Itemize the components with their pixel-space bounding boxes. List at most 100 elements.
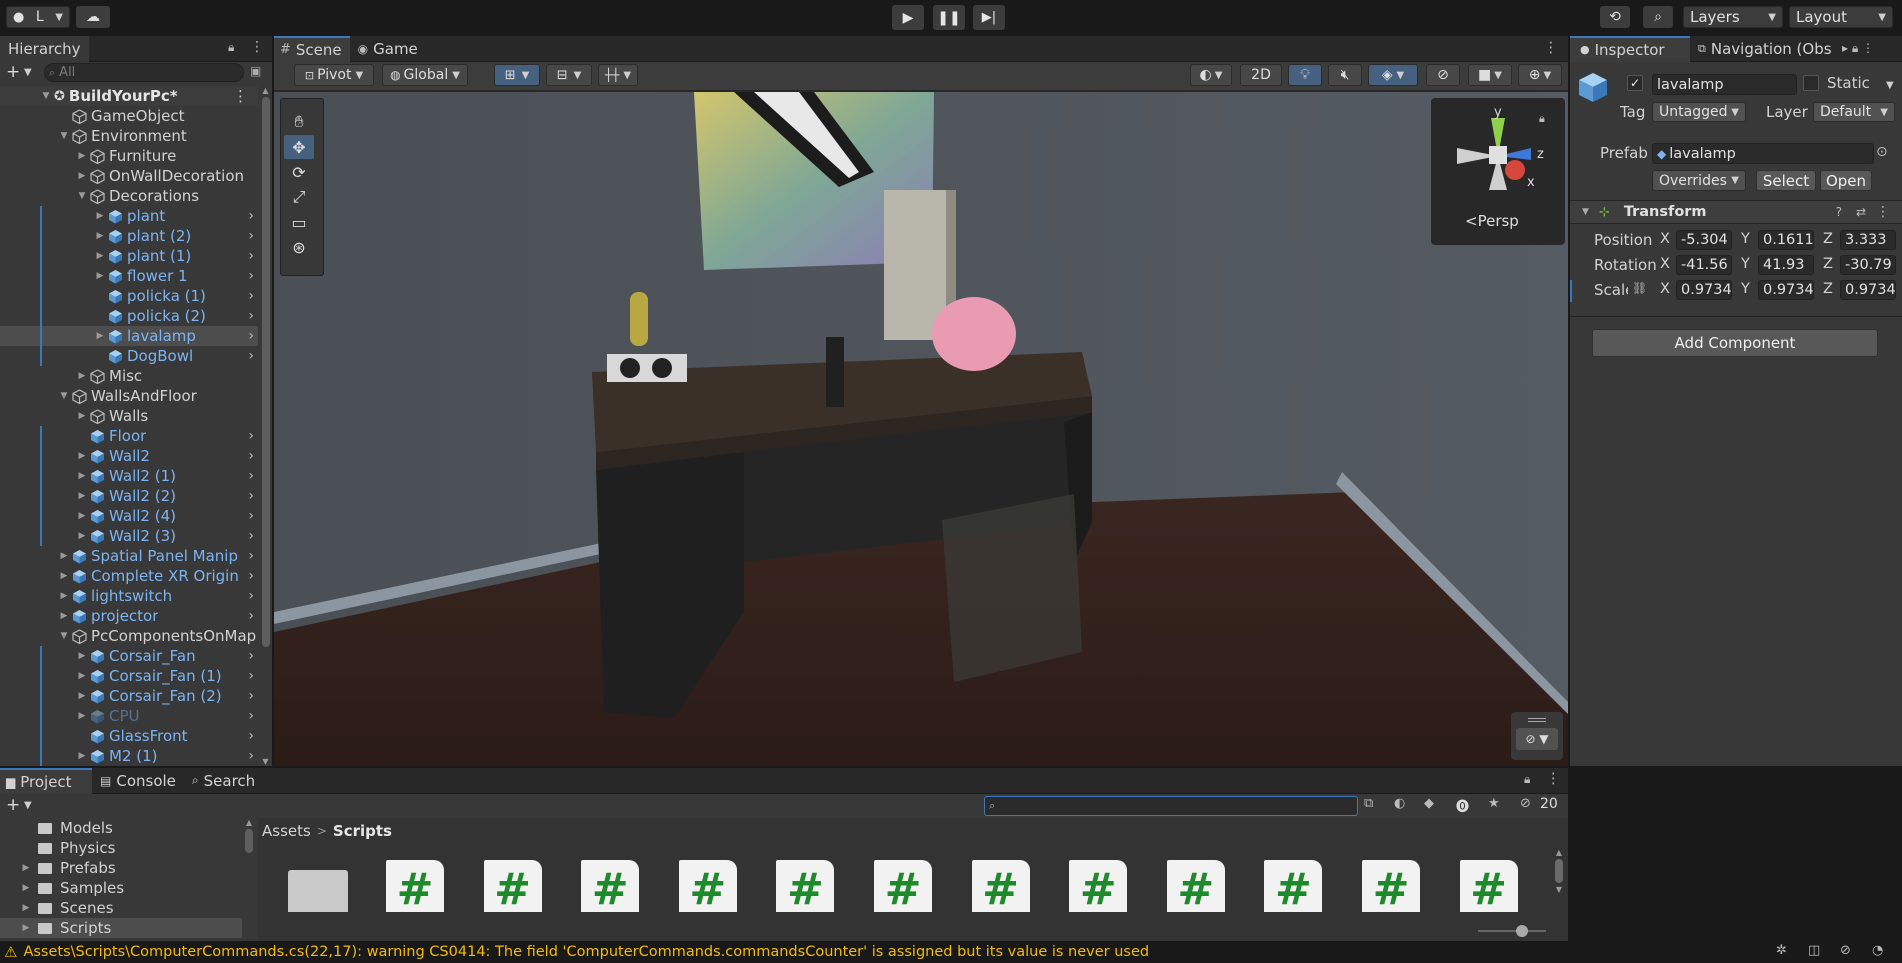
zoom-slider-thumb[interactable] [1516, 925, 1528, 937]
chevron-right-icon[interactable]: › [248, 428, 254, 444]
collapse-arrow-icon[interactable]: ▶ [20, 903, 32, 913]
search-by-type-icon[interactable]: ⧉ [1364, 796, 1373, 811]
hierarchy-item[interactable]: ▶ Wall2 (2) › [0, 486, 258, 506]
script-asset-icon[interactable]: # [483, 860, 542, 912]
layer-dropdown[interactable]: Default ▼ [1813, 102, 1895, 122]
mode-2d-button[interactable]: 2D [1240, 64, 1282, 86]
collapse-arrow-icon[interactable]: ▶ [76, 451, 88, 461]
hierarchy-item[interactable]: ▶ Corsair_Fan › [0, 646, 258, 666]
hierarchy-item[interactable]: ▶ Corsair_Fan (1) › [0, 666, 258, 686]
collapse-arrow-icon[interactable]: ▶ [76, 171, 88, 181]
rot-x-label[interactable]: X [1660, 256, 1670, 272]
hierarchy-item[interactable]: ▼ PcComponentsOnMap [0, 626, 258, 646]
hierarchy-scrollbar[interactable]: ▲ ▼ [259, 86, 272, 766]
hand-tool[interactable]: ✋︎ [284, 110, 314, 134]
collapse-arrow-icon[interactable]: ▶ [76, 511, 88, 521]
grid-snap-button[interactable]: ⊞ ▼ [494, 64, 540, 86]
hierarchy-item[interactable]: ▶ Complete XR Origin › [0, 566, 258, 586]
add-component-button[interactable]: Add Component [1592, 329, 1878, 357]
collapse-arrow-icon[interactable]: ▶ [58, 551, 70, 561]
script-asset-icon[interactable]: # [1459, 860, 1518, 912]
hierarchy-item[interactable]: ▶ OnWallDecoration [0, 166, 258, 186]
chevron-right-icon[interactable]: › [248, 208, 254, 224]
lock-icon[interactable]: 🔒︎ [228, 40, 234, 55]
scale-y-label[interactable]: Y [1741, 281, 1750, 297]
chevron-right-icon[interactable]: › [248, 548, 254, 564]
add-icon[interactable]: + [6, 62, 20, 82]
collapse-arrow-icon[interactable]: ▶ [76, 531, 88, 541]
script-asset-icon[interactable]: # [1166, 860, 1225, 912]
tab-game[interactable]: ◉ Game [350, 36, 426, 62]
hierarchy-item[interactable]: ▶ Wall2 (1) › [0, 466, 258, 486]
chevron-right-icon[interactable]: › [248, 728, 254, 744]
collapse-arrow-icon[interactable]: ▶ [94, 211, 106, 221]
hierarchy-item[interactable]: ▼ Environment [0, 126, 258, 146]
warning-filter-icon[interactable]: ⓿ [1456, 796, 1469, 815]
tab-console[interactable]: ▤ Console [92, 768, 184, 794]
chevron-right-icon[interactable]: › [248, 248, 254, 264]
chevron-right-icon[interactable]: › [248, 328, 254, 344]
chevron-down-icon[interactable]: ▼ [24, 67, 32, 78]
collapse-arrow-icon[interactable]: ▶ [76, 711, 88, 721]
play-button[interactable]: ▶ [892, 5, 924, 30]
tab-navigation[interactable]: ⧉ Navigation (Obs [1690, 36, 1840, 62]
favorite-icon[interactable]: ★ [1488, 796, 1500, 811]
hidden-packages-icon[interactable]: ⊘ [1520, 796, 1531, 811]
gizmos-dropdown[interactable]: ⊕ ▼ [1518, 64, 1562, 86]
help-icon[interactable]: ? [1836, 205, 1842, 219]
collapse-arrow-icon[interactable]: ▶ [20, 883, 32, 893]
status-bar[interactable]: ⚠ Assets\Scripts\ComputerCommands.cs(22,… [0, 941, 1902, 963]
position-z-field[interactable]: 3.333 [1840, 230, 1896, 250]
folder-asset[interactable] [288, 870, 348, 912]
pos-x-label[interactable]: X [1660, 231, 1670, 247]
hierarchy-item[interactable]: ▶ CPU › [0, 706, 258, 726]
chevron-right-icon[interactable]: › [248, 228, 254, 244]
global-dropdown[interactable]: ◍ Global ▼ [382, 64, 468, 86]
lock-icon[interactable]: 🔒︎ [1524, 772, 1530, 787]
filter-type-icon[interactable]: ◐ [1394, 796, 1405, 811]
collapse-arrow-icon[interactable]: ▶ [76, 491, 88, 501]
hierarchy-item[interactable]: ▶ plant › [0, 206, 258, 226]
pos-z-label[interactable]: Z [1823, 231, 1833, 247]
rotation-z-field[interactable]: -30.79 [1840, 255, 1896, 275]
effects-dropdown[interactable]: ◈ ▼ [1368, 64, 1418, 86]
cache-icon[interactable]: ◫ [1808, 943, 1820, 958]
tab-menu-icon[interactable]: ▸ 🔒︎ ⋮ [1842, 41, 1874, 56]
pivot-dropdown[interactable]: ⊡ Pivot ▼ [294, 64, 374, 86]
expand-arrow-icon[interactable]: ▼ [58, 391, 70, 401]
zoom-slider[interactable] [1478, 925, 1546, 937]
chevron-right-icon[interactable]: › [248, 508, 254, 524]
search-button[interactable]: ⌕ [1643, 6, 1673, 28]
scale-y-field[interactable]: 0.9734 [1758, 280, 1814, 300]
scrollbar-thumb[interactable] [261, 97, 270, 647]
folder-item[interactable]: ▶ Prefabs [0, 858, 242, 878]
cloud-button[interactable]: ☁ [76, 6, 110, 28]
hierarchy-search-input[interactable]: ⌕ All [44, 63, 244, 82]
project-search-input[interactable]: ⌕ [984, 796, 1358, 816]
collapse-arrow-icon[interactable]: ▶ [76, 691, 88, 701]
expand-arrow-icon[interactable]: ▼ [76, 191, 88, 201]
label-icon[interactable]: ◆ [1424, 796, 1434, 811]
lighting-toggle[interactable]: 💡︎ [1288, 64, 1322, 86]
hierarchy-item[interactable]: ▶ Wall2 (3) › [0, 526, 258, 546]
scroll-up-icon[interactable]: ▲ [1552, 848, 1566, 857]
scale-z-field[interactable]: 0.9734 [1840, 280, 1896, 300]
collapse-arrow-icon[interactable]: ▶ [58, 571, 70, 581]
chevron-right-icon[interactable]: › [248, 608, 254, 624]
rotation-x-field[interactable]: -41.56 [1676, 255, 1732, 275]
chevron-right-icon[interactable]: › [248, 668, 254, 684]
layers-dropdown[interactable]: Layers ▼ [1683, 6, 1783, 28]
add-icon[interactable]: + [6, 795, 20, 815]
scrollbar-thumb[interactable] [245, 829, 253, 853]
chevron-right-icon[interactable]: › [248, 448, 254, 464]
scene-viewport[interactable] [274, 92, 1568, 766]
collapse-arrow-icon[interactable]: ▶ [76, 671, 88, 681]
hierarchy-item[interactable]: policka (2) › [0, 306, 258, 326]
tab-project[interactable]: ▆ Project [0, 767, 92, 794]
chevron-down-icon[interactable]: ▼ [24, 800, 32, 811]
scale-x-field[interactable]: 0.9734 [1676, 280, 1732, 300]
folder-item[interactable]: Physics [0, 838, 242, 858]
move-tool[interactable]: ✥ [284, 135, 314, 159]
collapse-arrow-icon[interactable]: ▶ [58, 591, 70, 601]
transform-tool[interactable]: ⊛ [284, 235, 314, 259]
